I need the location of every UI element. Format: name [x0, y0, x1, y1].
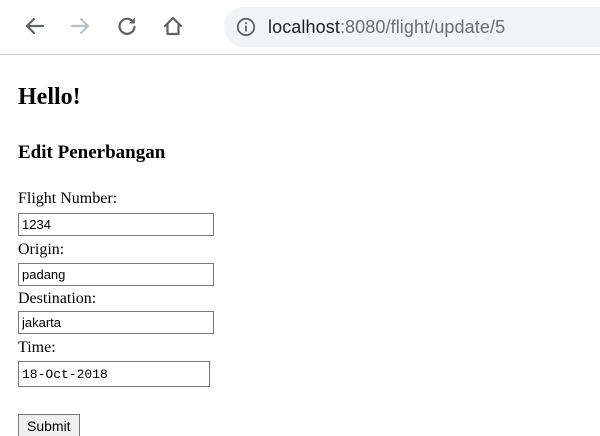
forward-arrow-icon[interactable]	[65, 11, 95, 41]
url-host: localhost	[268, 17, 340, 37]
origin-label: Origin:	[18, 241, 65, 258]
destination-label: Destination:	[18, 290, 97, 307]
flight-number-input[interactable]	[18, 213, 214, 236]
home-icon[interactable]	[158, 11, 188, 41]
info-icon[interactable]	[236, 17, 256, 37]
reload-icon[interactable]	[112, 11, 142, 41]
time-label: Time:	[18, 339, 56, 356]
time-input[interactable]	[18, 361, 210, 387]
origin-input[interactable]	[18, 263, 214, 286]
flight-number-label: Flight Number:	[18, 190, 118, 207]
address-bar[interactable]: localhost:8080/flight/update/5	[224, 7, 600, 47]
submit-button[interactable]: Submit	[18, 414, 80, 436]
browser-toolbar: localhost:8080/flight/update/5	[0, 0, 600, 55]
url-text[interactable]: localhost:8080/flight/update/5	[268, 7, 505, 47]
form-title: Edit Penerbangan	[18, 142, 166, 163]
url-path: :8080/flight/update/5	[339, 17, 506, 37]
back-arrow-icon[interactable]	[20, 11, 50, 41]
page-heading: Hello!	[18, 84, 81, 110]
destination-input[interactable]	[18, 311, 214, 334]
